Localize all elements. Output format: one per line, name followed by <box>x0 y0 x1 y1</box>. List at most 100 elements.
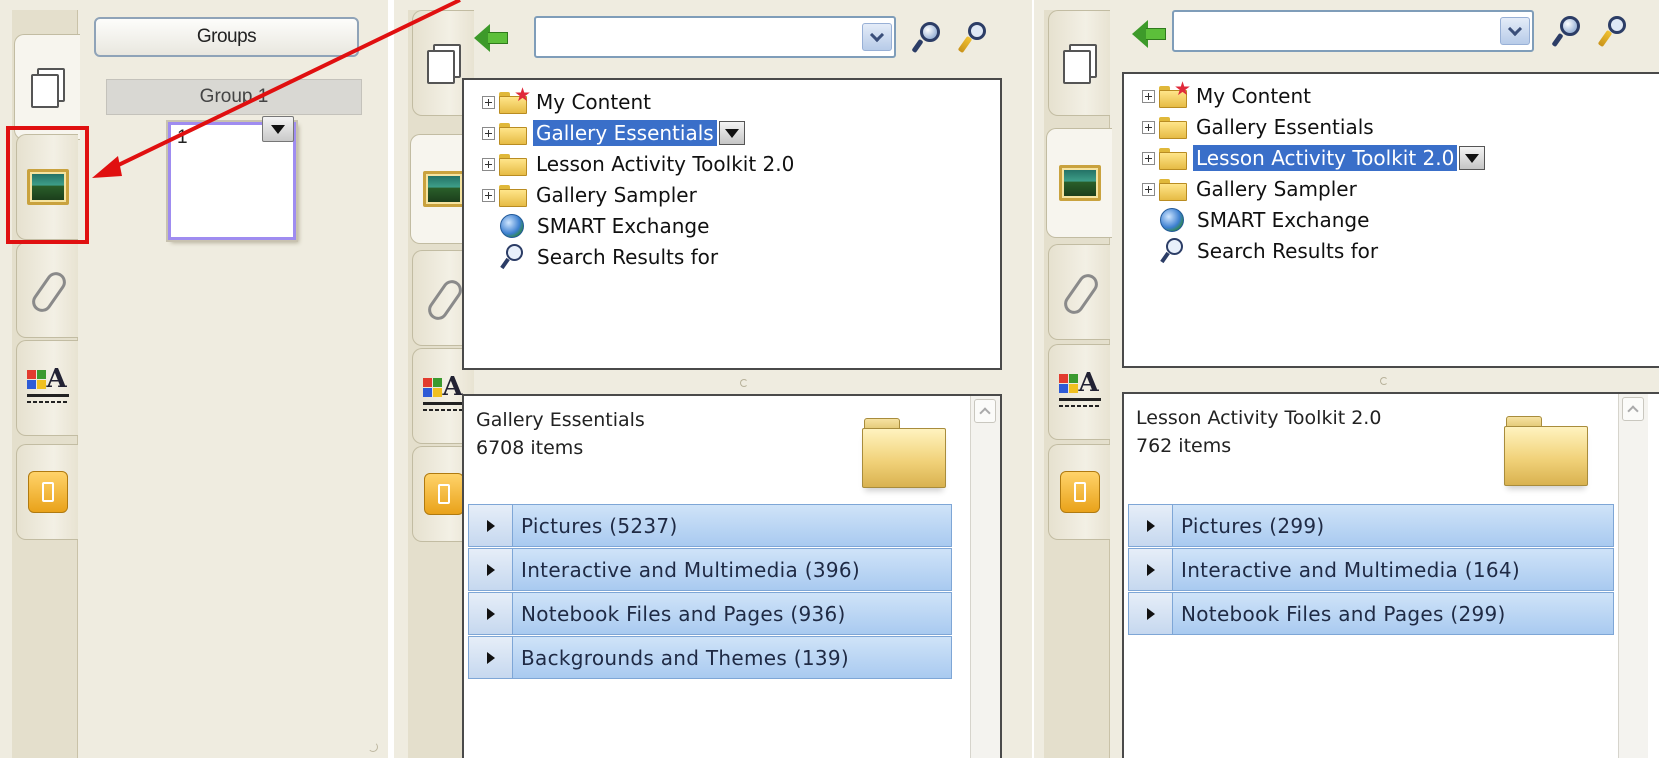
expand-arrow-icon[interactable] <box>1129 549 1173 590</box>
back-arrow-icon[interactable] <box>474 24 510 52</box>
tab-properties[interactable]: A <box>16 340 78 436</box>
category-row[interactable]: Backgrounds and Themes (139) <box>468 636 952 679</box>
tree-item-lesson-activity-toolkit[interactable]: Lesson Activity Toolkit 2.0 <box>1142 144 1486 172</box>
content-count: 6708 items <box>476 437 584 459</box>
chevron-down-icon <box>1507 21 1523 37</box>
folder-icon: ★ <box>499 84 531 114</box>
search-icon <box>500 244 524 270</box>
category-row[interactable]: Notebook Files and Pages (936) <box>468 592 952 635</box>
tree-item-smart-exchange[interactable]: SMART Exchange <box>1142 206 1372 234</box>
gallery-content: Lesson Activity Toolkit 2.0 762 items Pi… <box>1122 392 1659 758</box>
expand-arrow-icon[interactable] <box>1129 505 1173 546</box>
vertical-scrollbar[interactable] <box>1618 394 1648 758</box>
search-icon[interactable] <box>910 22 940 56</box>
tree-item-my-content[interactable]: ★ My Content <box>1142 78 1314 110</box>
category-label: Pictures (299) <box>1181 513 1325 538</box>
gallery-icon <box>422 171 465 207</box>
chevron-down-icon <box>869 27 885 43</box>
gallery-search-input[interactable] <box>536 18 894 56</box>
folder-icon <box>499 185 527 207</box>
expand-icon[interactable] <box>482 188 495 202</box>
page-menu-button[interactable] <box>262 116 294 142</box>
groups-button[interactable]: Groups <box>94 17 359 57</box>
gallery-search-combo[interactable] <box>534 16 896 58</box>
tree-item-my-content[interactable]: ★ My Content <box>482 84 654 116</box>
category-row[interactable]: Pictures (299) <box>1128 504 1614 547</box>
search-dropdown-button[interactable] <box>862 23 892 51</box>
tree-item-gallery-essentials[interactable]: Gallery Essentials <box>1142 113 1377 141</box>
page-sorter-panel: A Groups Group 1 1 <box>0 0 388 758</box>
category-label: Notebook Files and Pages (299) <box>1181 601 1506 626</box>
search-icon[interactable] <box>1550 16 1580 50</box>
tree-item-label: My Content <box>1196 84 1311 108</box>
tab-properties[interactable]: A <box>1048 344 1110 440</box>
tab-attachments[interactable] <box>1048 244 1110 340</box>
category-label: Pictures (5237) <box>521 513 678 538</box>
category-row[interactable]: Interactive and Multimedia (164) <box>1128 548 1614 591</box>
tree-item-search-results[interactable]: Search Results for <box>482 243 721 271</box>
expand-icon[interactable] <box>1142 151 1155 165</box>
expand-icon[interactable] <box>1142 89 1155 103</box>
gallery-content: Gallery Essentials 6708 items Pictures (… <box>462 394 1002 758</box>
expand-arrow-icon[interactable] <box>469 549 513 590</box>
expand-arrow-icon[interactable] <box>1129 593 1173 634</box>
category-row[interactable]: Interactive and Multimedia (396) <box>468 548 952 591</box>
folder-icon <box>1159 148 1187 170</box>
tree-item-menu-button[interactable] <box>1459 146 1486 170</box>
expand-icon[interactable] <box>1142 182 1155 196</box>
gallery-tree: ★ My Content Gallery Essentials Lesson A… <box>1122 72 1659 368</box>
gallery-search-combo[interactable] <box>1172 10 1534 52</box>
page-sorter-icon <box>30 68 65 108</box>
category-label: Interactive and Multimedia (396) <box>521 557 860 582</box>
tab-page-sorter[interactable] <box>14 34 80 140</box>
content-title: Lesson Activity Toolkit 2.0 <box>1136 407 1382 429</box>
tab-addons[interactable] <box>1048 444 1110 540</box>
category-row[interactable]: Notebook Files and Pages (299) <box>1128 592 1614 635</box>
vertical-scrollbar[interactable] <box>970 396 1000 758</box>
expand-arrow-icon[interactable] <box>469 593 513 634</box>
tab-addons[interactable] <box>16 444 78 540</box>
tree-item-label: My Content <box>536 90 651 114</box>
tree-item-label: Gallery Essentials <box>533 120 717 146</box>
category-row[interactable]: Pictures (5237) <box>468 504 952 547</box>
splitter-handle[interactable] <box>740 379 748 387</box>
search-options-icon[interactable] <box>1596 16 1626 50</box>
tree-item-label: SMART Exchange <box>1197 208 1370 232</box>
expand-arrow-icon[interactable] <box>469 505 513 546</box>
expand-arrow-icon[interactable] <box>469 637 513 678</box>
tree-item-smart-exchange[interactable]: SMART Exchange <box>482 212 712 240</box>
back-arrow-icon[interactable] <box>1132 20 1168 48</box>
search-options-icon[interactable] <box>956 22 986 56</box>
properties-icon: A <box>422 372 465 416</box>
category-label: Backgrounds and Themes (139) <box>521 645 850 670</box>
tab-page-sorter[interactable] <box>1048 10 1110 116</box>
tree-item-menu-button[interactable] <box>718 121 745 145</box>
scroll-up-button[interactable] <box>974 399 996 423</box>
tree-item-lesson-activity-toolkit[interactable]: Lesson Activity Toolkit 2.0 <box>482 150 797 178</box>
content-header: Gallery Essentials 6708 items <box>476 406 645 462</box>
sidebar-tabs: A <box>1044 10 1112 758</box>
expand-icon[interactable] <box>482 157 495 171</box>
paperclip-icon <box>427 278 461 318</box>
folder-icon <box>1159 179 1187 201</box>
tree-item-label: Search Results for <box>537 245 719 269</box>
tree-item-gallery-essentials[interactable]: Gallery Essentials <box>482 119 745 147</box>
tree-item-search-results[interactable]: Search Results for <box>1142 237 1381 265</box>
group-header[interactable]: Group 1 <box>106 79 362 115</box>
expand-icon[interactable] <box>1142 120 1155 134</box>
tree-item-label: Lesson Activity Toolkit 2.0 <box>1193 145 1458 171</box>
tab-gallery[interactable] <box>1046 128 1112 238</box>
splitter-handle[interactable] <box>1380 377 1388 385</box>
tab-attachments[interactable] <box>16 242 78 338</box>
star-icon: ★ <box>1173 78 1191 100</box>
tree-item-gallery-sampler[interactable]: Gallery Sampler <box>482 181 700 209</box>
scroll-up-button[interactable] <box>1622 397 1644 421</box>
expand-icon[interactable] <box>482 95 495 109</box>
resize-grip-icon[interactable] <box>368 742 378 752</box>
expand-icon[interactable] <box>482 126 495 140</box>
highlight-box <box>6 126 89 244</box>
gallery-search-input[interactable] <box>1174 12 1532 50</box>
tree-item-gallery-sampler[interactable]: Gallery Sampler <box>1142 175 1360 203</box>
folder-icon <box>1159 117 1187 139</box>
search-dropdown-button[interactable] <box>1500 17 1530 45</box>
